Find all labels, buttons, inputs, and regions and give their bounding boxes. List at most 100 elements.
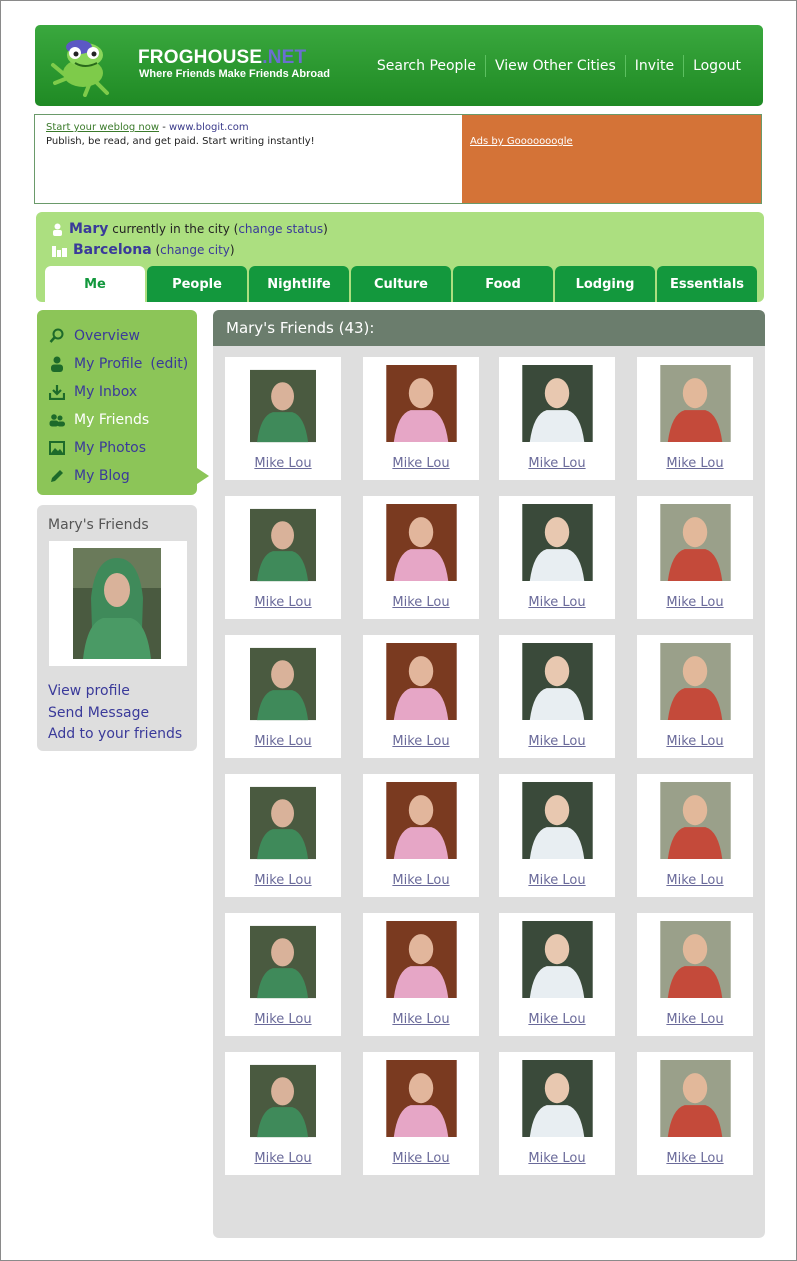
friend-card[interactable]: Mike Lou bbox=[225, 635, 341, 758]
friend-name-link[interactable]: Mike Lou bbox=[225, 456, 341, 471]
friend-name-link[interactable]: Mike Lou bbox=[225, 1151, 341, 1166]
friend-name-link[interactable]: Mike Lou bbox=[637, 595, 753, 610]
nav-item-friends[interactable]: My Friends bbox=[37, 406, 197, 434]
tab-people[interactable]: People bbox=[147, 266, 247, 302]
friend-photo[interactable] bbox=[658, 365, 733, 442]
friend-card[interactable]: Mike Lou bbox=[499, 1052, 615, 1175]
friend-name-link[interactable]: Mike Lou bbox=[363, 1012, 479, 1027]
tab-nightlife[interactable]: Nightlife bbox=[249, 266, 349, 302]
friend-photo[interactable] bbox=[520, 365, 595, 442]
search-people-link[interactable]: Search People bbox=[368, 55, 485, 77]
friend-photo[interactable] bbox=[250, 782, 316, 864]
friend-name-link[interactable]: Mike Lou bbox=[363, 734, 479, 749]
friend-card[interactable]: Mike Lou bbox=[637, 635, 753, 758]
friend-name-link[interactable]: Mike Lou bbox=[637, 456, 753, 471]
frog-logo-icon[interactable] bbox=[49, 35, 115, 97]
friend-name-link[interactable]: Mike Lou bbox=[499, 1012, 615, 1027]
ad-url[interactable]: www.blogit.com bbox=[169, 122, 249, 133]
nav-item-inbox[interactable]: My Inbox bbox=[37, 378, 197, 406]
friend-name-link[interactable]: Mike Lou bbox=[499, 595, 615, 610]
friend-card[interactable]: Mike Lou bbox=[499, 774, 615, 897]
friend-photo[interactable] bbox=[658, 1060, 733, 1137]
user-name[interactable]: Mary bbox=[69, 221, 108, 237]
friend-card[interactable]: Mike Lou bbox=[637, 496, 753, 619]
city-name[interactable]: Barcelona bbox=[73, 242, 152, 258]
friend-photo[interactable] bbox=[658, 504, 733, 581]
nav-item-photos[interactable]: My Photos bbox=[37, 434, 197, 462]
friend-name-link[interactable]: Mike Lou bbox=[637, 873, 753, 888]
friend-photo[interactable] bbox=[250, 504, 316, 586]
friend-name-link[interactable]: Mike Lou bbox=[637, 1012, 753, 1027]
view-other-cities-link[interactable]: View Other Cities bbox=[484, 55, 625, 77]
friend-name-link[interactable]: Mike Lou bbox=[363, 873, 479, 888]
tab-essentials[interactable]: Essentials bbox=[657, 266, 757, 302]
friend-photo[interactable] bbox=[658, 643, 733, 720]
change-city-link[interactable]: change city bbox=[160, 243, 230, 257]
friend-photo[interactable] bbox=[384, 643, 459, 720]
friend-photo[interactable] bbox=[658, 782, 733, 859]
friend-card[interactable]: Mike Lou bbox=[499, 913, 615, 1036]
ads-by-link[interactable]: Ads by Gooooooogle bbox=[470, 136, 573, 147]
friend-name-link[interactable]: Mike Lou bbox=[499, 873, 615, 888]
logout-link[interactable]: Logout bbox=[683, 55, 741, 77]
nav-item-overview[interactable]: Overview bbox=[37, 322, 197, 350]
friend-card[interactable]: Mike Lou bbox=[637, 357, 753, 480]
friend-photo[interactable] bbox=[520, 1060, 595, 1137]
friend-photo[interactable] bbox=[250, 921, 316, 1003]
edit-profile-link[interactable]: (edit) bbox=[150, 356, 188, 372]
friend-photo[interactable] bbox=[384, 365, 459, 442]
friend-photo[interactable] bbox=[250, 365, 316, 447]
invite-link[interactable]: Invite bbox=[624, 55, 683, 77]
friend-name-link[interactable]: Mike Lou bbox=[363, 1151, 479, 1166]
friend-name-link[interactable]: Mike Lou bbox=[499, 1151, 615, 1166]
friend-card[interactable]: Mike Lou bbox=[363, 357, 479, 480]
friend-card[interactable]: Mike Lou bbox=[637, 1052, 753, 1175]
friend-name-link[interactable]: Mike Lou bbox=[499, 456, 615, 471]
friend-card[interactable]: Mike Lou bbox=[363, 1052, 479, 1175]
friend-name-link[interactable]: Mike Lou bbox=[499, 734, 615, 749]
friend-photo[interactable] bbox=[250, 1060, 316, 1142]
brand-title[interactable]: FROGHOUSE.NET bbox=[138, 47, 306, 69]
friend-card[interactable]: Mike Lou bbox=[363, 635, 479, 758]
friend-card[interactable]: Mike Lou bbox=[363, 774, 479, 897]
friend-photo[interactable] bbox=[520, 921, 595, 998]
friend-name-link[interactable]: Mike Lou bbox=[637, 734, 753, 749]
friend-photo[interactable] bbox=[384, 921, 459, 998]
friend-photo[interactable] bbox=[384, 504, 459, 581]
friend-photo[interactable] bbox=[520, 643, 595, 720]
change-status-link[interactable]: change status bbox=[238, 222, 323, 236]
friend-photo[interactable] bbox=[658, 921, 733, 998]
friend-name-link[interactable]: Mike Lou bbox=[637, 1151, 753, 1166]
friend-photo[interactable] bbox=[384, 1060, 459, 1137]
send-message-link[interactable]: Send Message bbox=[48, 703, 182, 725]
friend-card[interactable]: Mike Lou bbox=[225, 774, 341, 897]
nav-item-blog[interactable]: My Blog bbox=[37, 462, 197, 490]
friend-card[interactable]: Mike Lou bbox=[363, 913, 479, 1036]
friend-card[interactable]: Mike Lou bbox=[499, 357, 615, 480]
friend-card[interactable]: Mike Lou bbox=[363, 496, 479, 619]
friend-name-link[interactable]: Mike Lou bbox=[225, 734, 341, 749]
friend-name-link[interactable]: Mike Lou bbox=[363, 595, 479, 610]
nav-item-profile[interactable]: My Profile (edit) bbox=[37, 350, 197, 378]
friend-name-link[interactable]: Mike Lou bbox=[225, 873, 341, 888]
friend-card[interactable]: Mike Lou bbox=[225, 1052, 341, 1175]
friend-card[interactable]: Mike Lou bbox=[637, 774, 753, 897]
friend-name-link[interactable]: Mike Lou bbox=[225, 1012, 341, 1027]
friend-photo[interactable] bbox=[520, 782, 595, 859]
tab-food[interactable]: Food bbox=[453, 266, 553, 302]
friend-card[interactable]: Mike Lou bbox=[637, 913, 753, 1036]
friend-photo[interactable] bbox=[250, 643, 316, 725]
add-friend-link[interactable]: Add to your friends bbox=[48, 724, 182, 746]
friend-card[interactable]: Mike Lou bbox=[225, 357, 341, 480]
friend-name-link[interactable]: Mike Lou bbox=[225, 595, 341, 610]
friend-card[interactable]: Mike Lou bbox=[225, 913, 341, 1036]
friend-card[interactable]: Mike Lou bbox=[499, 496, 615, 619]
friend-photo[interactable] bbox=[520, 504, 595, 581]
tab-me[interactable]: Me bbox=[45, 266, 145, 302]
friend-card[interactable]: Mike Lou bbox=[499, 635, 615, 758]
friend-photo[interactable] bbox=[384, 782, 459, 859]
friend-name-link[interactable]: Mike Lou bbox=[363, 456, 479, 471]
friend-card[interactable]: Mike Lou bbox=[225, 496, 341, 619]
friend-preview-photo[interactable] bbox=[49, 541, 187, 666]
tab-lodging[interactable]: Lodging bbox=[555, 266, 655, 302]
